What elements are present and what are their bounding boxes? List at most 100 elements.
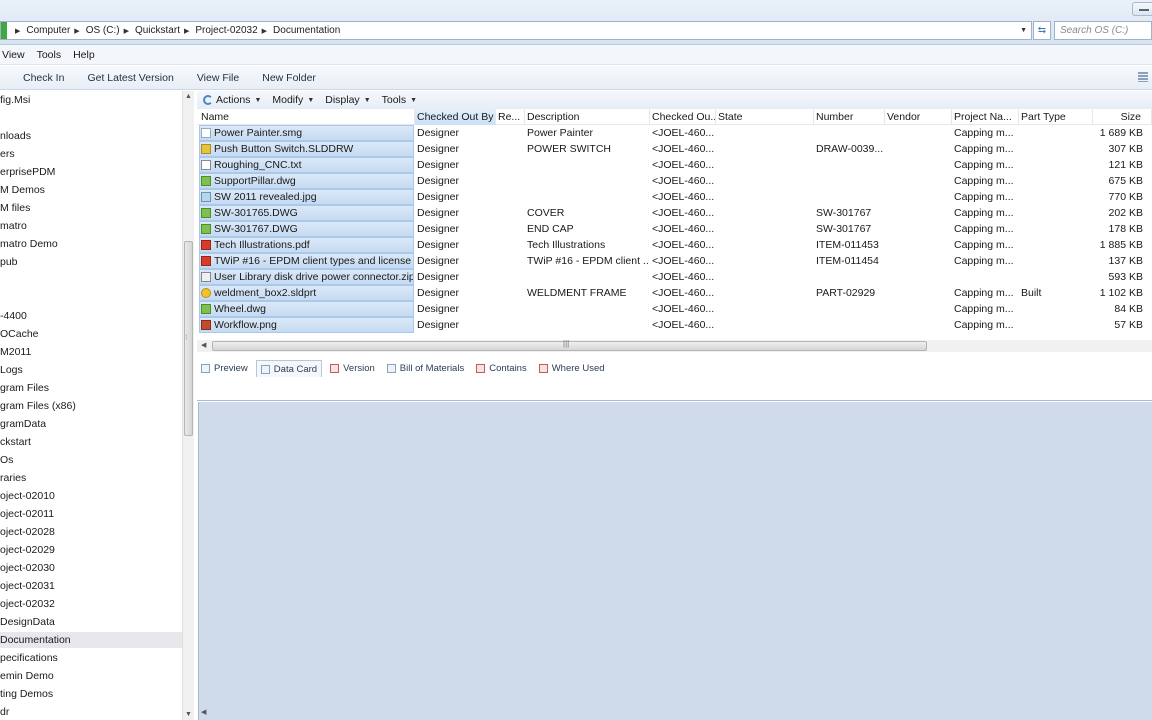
tree-item[interactable]: DesignData [0,614,183,630]
tree-item[interactable]: OCache [0,326,183,342]
cell-name[interactable]: Tech Illustrations.pdf [199,237,414,253]
tree-scrollbar[interactable]: ▲ ▼ [182,91,194,720]
menu-help[interactable]: Help [73,49,95,61]
tree-item[interactable]: raries [0,470,183,486]
tools-menu[interactable]: Tools ▼ [382,94,417,106]
horizontal-scrollbar[interactable]: ◀ ||| [197,339,1152,352]
cell-name[interactable]: Push Button Switch.SLDDRW [199,141,414,157]
tree-item[interactable] [0,110,183,126]
col-number[interactable]: Number [814,109,885,125]
table-row[interactable]: Tech Illustrations.pdf Designer Tech Illus… [197,237,1152,253]
tree-item[interactable]: oject-02028 [0,524,183,540]
col-part-type[interactable]: Part Type [1019,109,1093,125]
breadcrumb-root[interactable]: ▶ Computer [11,25,70,36]
cell-name[interactable]: User Library disk drive power connector.… [199,269,414,285]
tree-item[interactable]: erprisePDM [0,164,183,180]
cell-name[interactable]: SW 2011 revealed.jpg [199,189,414,205]
tab-bill-of-materials[interactable]: Bill of Materials [383,360,468,377]
tab-preview[interactable]: Preview [197,360,252,377]
scroll-left-icon[interactable]: ◀ [201,708,206,716]
col-size[interactable]: Size [1093,109,1152,125]
refresh-icon[interactable]: ⇆ [1033,21,1051,40]
display-menu[interactable]: Display ▼ [325,94,370,106]
chevron-down-icon[interactable]: ▼ [1020,27,1027,34]
view-options-icon[interactable] [1138,72,1148,82]
tree-item[interactable]: matro Demo [0,236,183,252]
col-vendor[interactable]: Vendor [885,109,952,125]
tree-item[interactable]: oject-02029 [0,542,183,558]
actions-menu[interactable]: Actions ▼ [203,94,261,106]
cell-name[interactable]: weldment_box2.sldprt [199,285,414,301]
tree-item[interactable]: oject-02031 [0,578,183,594]
breadcrumb[interactable]: ▶ Computer ▶ OS (C:) ▶ Quickstart ▶ Project-… [0,21,1032,40]
table-row[interactable]: Roughing_CNC.txt Designer <JOEL-460... Capp… [197,157,1152,173]
table-row[interactable]: weldment_box2.sldprt Designer WELDMENT FRA… [197,285,1152,301]
table-row[interactable]: User Library disk drive power connector.… [197,269,1152,285]
tree-item[interactable]: M Demos [0,182,183,198]
tree-item[interactable]: oject-02032 [0,596,183,612]
view-file-button[interactable]: View File [197,72,239,84]
tree-item[interactable]: gram Files (x86) [0,398,183,414]
scrollbar-thumb[interactable] [212,341,927,351]
tree-item[interactable]: ers [0,146,183,162]
tree-item[interactable]: matro [0,218,183,234]
col-name[interactable]: Name [199,109,415,125]
table-row[interactable]: TWiP #16 - EPDM client types and license… [197,253,1152,269]
cell-name[interactable]: SW-301765.DWG [199,205,414,221]
tab-version[interactable]: Version [326,360,379,377]
col-checked-out-in[interactable]: Checked Ou... [650,109,716,125]
tree-item[interactable]: nloads [0,128,183,144]
breadcrumb-item[interactable]: ▶ Project-02032 [180,25,258,36]
table-row[interactable]: SW-301767.DWG Designer END CAP <JOEL-460...… [197,221,1152,237]
table-row[interactable]: SupportPillar.dwg Designer <JOEL-460... Cap… [197,173,1152,189]
tab-contains[interactable]: Contains [472,360,531,377]
tree-item[interactable]: M2011 [0,344,183,360]
col-state[interactable]: State [716,109,814,125]
tree-item[interactable]: gram Files [0,380,183,396]
cell-name[interactable]: SW-301767.DWG [199,221,414,237]
cell-name[interactable]: SupportPillar.dwg [199,173,414,189]
tree-item[interactable]: dr [0,704,183,720]
col-project-name[interactable]: Project Na... [952,109,1019,125]
cell-name[interactable]: TWiP #16 - EPDM client types and license… [199,253,414,269]
tree-item[interactable]: ckstart [0,434,183,450]
tree-item[interactable]: Os [0,452,183,468]
scroll-up-icon[interactable]: ▲ [185,93,192,100]
table-row[interactable]: SW 2011 revealed.jpg Designer <JOEL-460...… [197,189,1152,205]
check-in-button[interactable]: Check In [23,72,64,84]
table-row[interactable]: Wheel.dwg Designer <JOEL-460... Capping m..… [197,301,1152,317]
menu-tools[interactable]: Tools [37,49,62,61]
get-latest-version-button[interactable]: Get Latest Version [87,72,173,84]
cell-name[interactable]: Power Painter.smg [199,125,414,141]
tree-item[interactable]: M files [0,200,183,216]
tree-item[interactable]: oject-02010 [0,488,183,504]
tree-item[interactable] [0,290,183,306]
tree-item[interactable]: Logs [0,362,183,378]
tree-item[interactable]: emin Demo [0,668,183,684]
tree-item[interactable]: -4400 [0,308,183,324]
new-folder-button[interactable]: New Folder [262,72,316,84]
tree-item[interactable]: oject-02030 [0,560,183,576]
tab-data-card[interactable]: Data Card [255,360,323,377]
col-revision[interactable]: Re... [496,109,525,125]
table-row[interactable]: SW-301765.DWG Designer COVER <JOEL-460... SW… [197,205,1152,221]
tree-item[interactable]: pecifications [0,650,183,666]
tree-item[interactable]: pub [0,254,183,270]
tree-item[interactable]: ting Demos [0,686,183,702]
tree-item[interactable]: Documentation [0,632,183,648]
col-description[interactable]: Description [525,109,650,125]
splitter-grip-icon[interactable]: ⁝ [185,333,191,342]
menu-view[interactable]: View [2,49,25,61]
breadcrumb-item[interactable]: ▶ Quickstart [120,25,180,36]
breadcrumb-item[interactable]: ▶ OS (C:) [70,25,119,36]
tree-item[interactable] [0,272,183,288]
search-input[interactable]: Search OS (C:) [1054,21,1152,40]
breadcrumb-item[interactable]: ▶ Documentation [258,25,341,36]
table-row[interactable]: Power Painter.smg Designer Power Painter <J… [197,125,1152,141]
tree-item[interactable]: gramData [0,416,183,432]
minimize-button[interactable] [1132,2,1152,16]
table-row[interactable]: Push Button Switch.SLDDRW Designer POWER S… [197,141,1152,157]
scroll-down-icon[interactable]: ▼ [185,711,192,718]
tree-item[interactable]: oject-02011 [0,506,183,522]
tree-item[interactable]: fig.Msi [0,92,183,108]
